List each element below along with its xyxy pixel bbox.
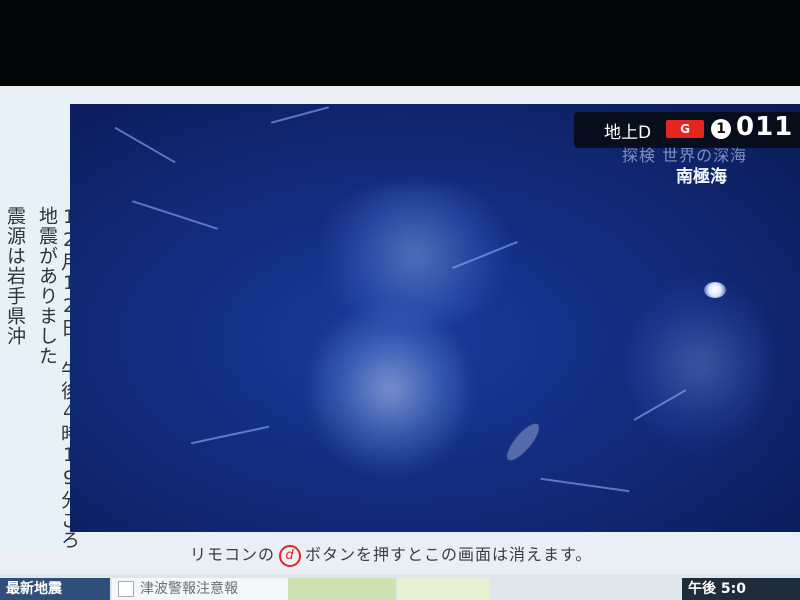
channel-circle-number: 1 — [711, 119, 731, 139]
epicenter-text: 震源は岩手県沖 — [4, 206, 26, 346]
tab-info-green[interactable] — [288, 578, 396, 600]
fish-silhouette — [502, 419, 544, 465]
notice-prefix: リモコンの — [190, 545, 276, 564]
network-label: 地上D — [604, 123, 652, 143]
water-streak — [131, 200, 219, 230]
jellyfish-glow — [630, 274, 770, 454]
notice-suffix: ボタンを押すとこの画面は消えます。 — [305, 545, 593, 564]
tab-latest-earthquake[interactable]: 最新地震 — [0, 578, 110, 600]
water-streak — [114, 126, 176, 164]
remote-notice: リモコンの d ボタンを押すとこの画面は消えます。 — [190, 541, 592, 567]
tab-info-light[interactable] — [398, 578, 490, 600]
channel-number: 011 — [736, 112, 794, 142]
channel-badge-text: G — [680, 122, 690, 136]
water-streak — [540, 477, 630, 493]
water-streak — [190, 425, 270, 445]
program-subtitle: 南極海 — [676, 167, 727, 187]
clock-display: 午後 5:0 — [682, 578, 800, 600]
tab-tsunami-warning[interactable]: 津波警報注意報 — [112, 578, 288, 600]
earthquake-info-panel: 12月12日 午後4時19分ごろ地震がありました 震源は岩手県沖 — [0, 96, 80, 554]
plankton-glow-lower — [310, 304, 470, 474]
tv-bezel — [0, 0, 800, 86]
jellyfish-light — [704, 282, 726, 298]
water-streak — [270, 106, 330, 124]
d-button-icon: d — [279, 544, 302, 567]
tab-tsunami-label: 津波警報注意報 — [140, 581, 238, 597]
channel-badge-icon: G — [666, 120, 704, 138]
checkbox-icon — [118, 581, 134, 597]
